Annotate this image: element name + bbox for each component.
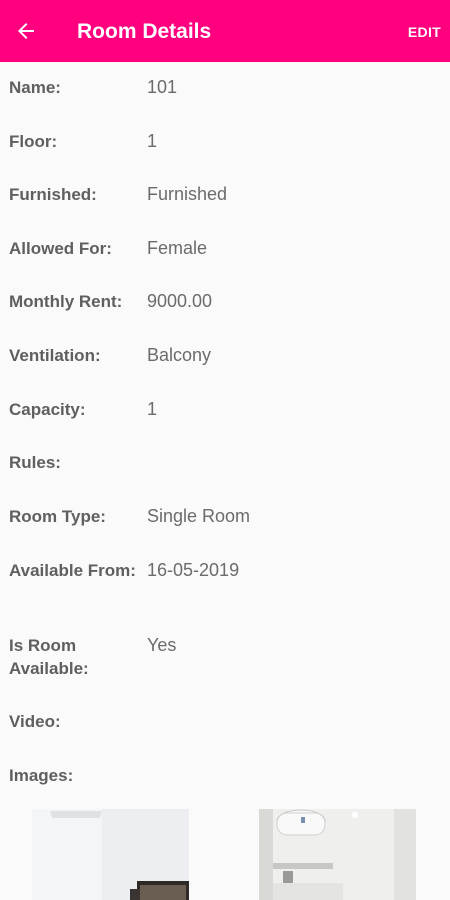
detail-label: Room Type: [9,507,106,526]
detail-value: 16-05-2019 [147,560,240,580]
detail-value: 101 [147,77,178,97]
arrow-left-icon[interactable] [14,19,38,43]
edit-button[interactable]: EDIT [408,24,441,40]
detail-label: Furnished: [9,185,97,204]
detail-label: Capacity: [9,400,86,419]
room-image-thumbnail[interactable] [259,809,416,900]
detail-value: 1 [147,131,158,151]
detail-label: Video: [9,712,61,731]
room-image-thumbnail[interactable] [32,809,189,900]
detail-label: Images: [9,766,74,785]
page-title: Room Details [77,20,212,43]
detail-label: Rules: [9,453,61,472]
app-bar: Room Details EDIT [0,0,450,62]
detail-value: Balcony [147,345,212,365]
detail-label: Floor: [9,132,58,151]
detail-value: 9000.00 [147,291,213,311]
detail-value: Female [147,238,208,258]
detail-label: Monthly Rent: [9,292,123,311]
detail-value: Yes [147,635,177,655]
detail-label: Ventilation: [9,346,101,365]
detail-value: Furnished [147,184,228,204]
detail-value: Single Room [147,506,251,526]
detail-label: Available From: [9,561,136,580]
detail-value: 1 [147,399,158,419]
detail-label: Allowed For: [9,239,112,258]
detail-label: Is Room Available: [9,636,89,678]
room-photo-2 [259,809,416,900]
room-photo-1 [32,809,189,900]
detail-label: Name: [9,78,61,97]
